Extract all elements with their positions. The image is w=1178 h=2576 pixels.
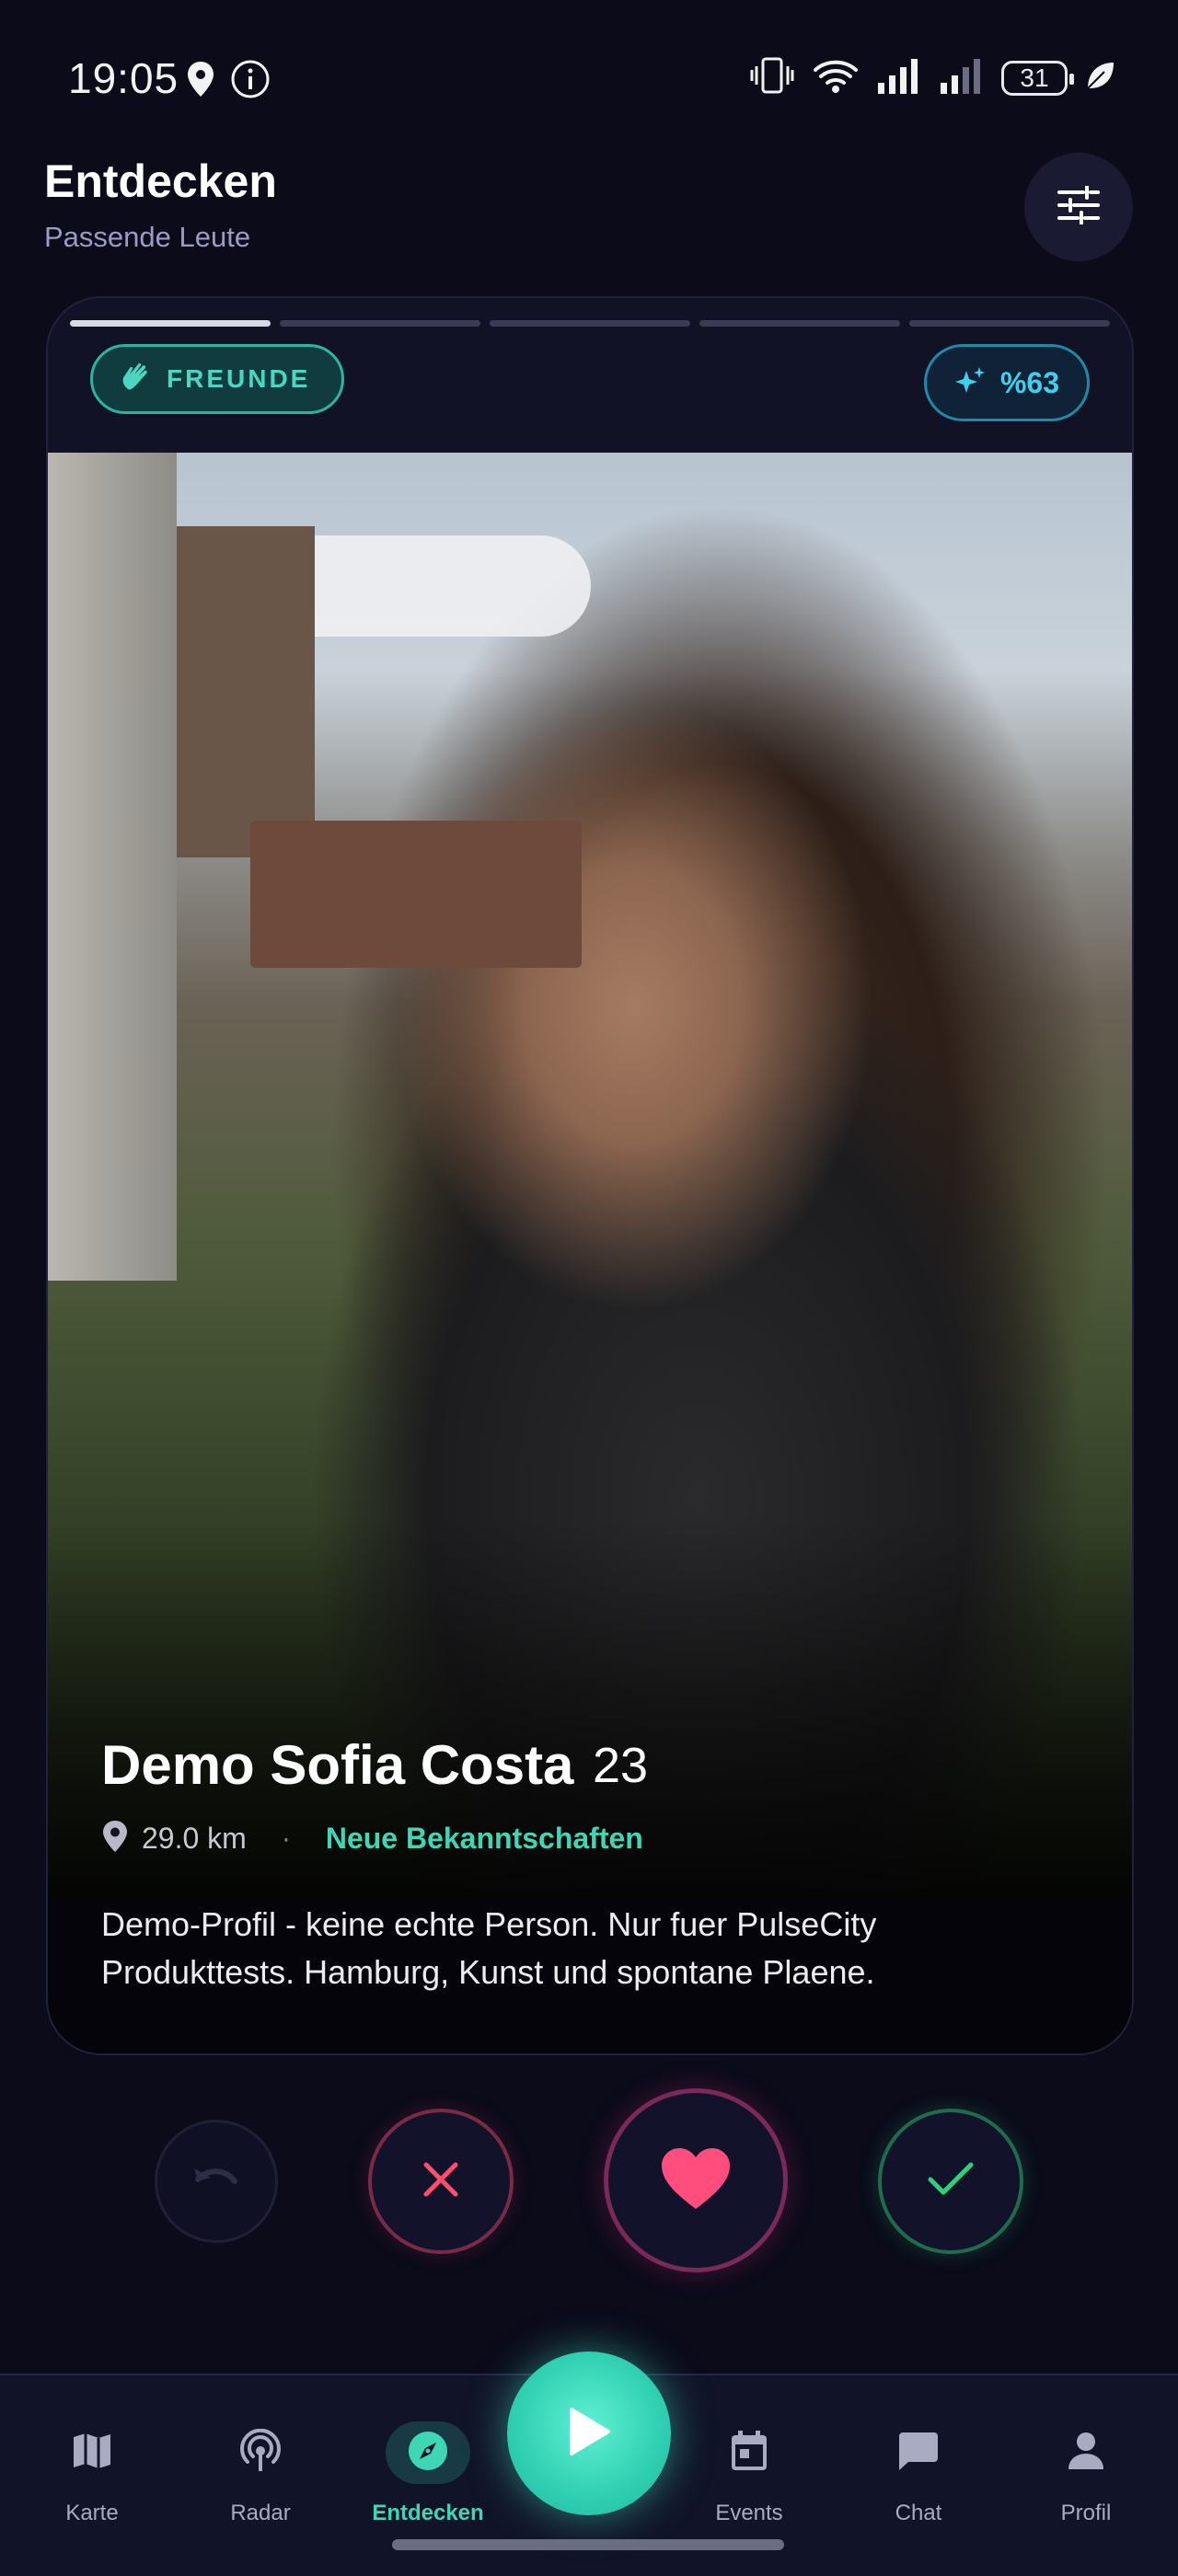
location-pin-icon	[101, 1820, 129, 1857]
card-header: FREUNDE %63	[48, 298, 1132, 453]
nav-icon-wrap	[876, 2421, 961, 2484]
page-subtitle: Passende Leute	[44, 221, 251, 253]
close-icon	[421, 2159, 461, 2204]
profile-name: Demo Sofia Costa	[101, 1734, 574, 1796]
nav-item-profil[interactable]: Profil	[1022, 2421, 1150, 2526]
status-time: 19:05	[68, 54, 179, 102]
radar-icon	[238, 2428, 283, 2478]
battery-level: 31	[1020, 63, 1049, 92]
mode-badge-label: FREUNDE	[167, 364, 311, 393]
nav-icon-wrap	[50, 2421, 134, 2484]
photo-progress-segment	[490, 320, 690, 327]
photo-background	[177, 526, 315, 857]
sparkle-icon	[954, 365, 986, 401]
nav-icon-wrap	[1044, 2421, 1128, 2484]
nav-item-radar[interactable]: Radar	[196, 2421, 325, 2526]
chat-icon	[897, 2431, 940, 2476]
match-badge: %63	[923, 344, 1090, 421]
like-button[interactable]	[604, 2088, 788, 2272]
wifi-icon	[812, 55, 860, 100]
profile-category: Neue Bekanntschaften	[325, 1822, 643, 1855]
calendar-icon	[730, 2430, 768, 2477]
photo-progress	[70, 320, 1110, 327]
nav-label: Profil	[1060, 2501, 1112, 2525]
nav-icon-wrap	[386, 2421, 470, 2484]
profile-age: 23	[593, 1738, 649, 1793]
profile-bio: Demo-Profil - keine echte Person. Nur fu…	[101, 1905, 877, 1991]
photo-background	[48, 453, 177, 1281]
photo-progress-segment	[909, 320, 1110, 327]
nav-label: Radar	[230, 2501, 291, 2525]
undo-button[interactable]	[155, 2120, 278, 2243]
vibrate-icon	[749, 55, 795, 100]
filter-button[interactable]	[1024, 153, 1133, 261]
nav-icon-wrap	[707, 2421, 791, 2484]
meta-separator: ·	[281, 1823, 291, 1854]
accept-button[interactable]	[878, 2109, 1023, 2254]
photo-progress-segment	[699, 320, 900, 327]
photo-progress-segment	[70, 320, 271, 327]
person-icon	[1067, 2431, 1105, 2476]
status-right-icons: 31	[749, 55, 1117, 100]
heart-icon	[660, 2146, 732, 2215]
photo-progress-segment	[280, 320, 480, 327]
nav-item-karte[interactable]: Karte	[28, 2421, 156, 2526]
location-pin-icon	[184, 60, 217, 103]
waving-hand-icon	[119, 362, 150, 397]
status-left-icons	[184, 59, 271, 104]
profile-distance: 29.0 km	[142, 1822, 247, 1855]
page-title: Entdecken	[44, 155, 277, 207]
play-icon	[566, 2406, 612, 2462]
play-fab-button[interactable]	[507, 2352, 671, 2515]
info-icon	[230, 59, 271, 104]
nav-label: Chat	[895, 2501, 942, 2525]
nav-icon-wrap	[218, 2421, 303, 2484]
map-icon	[72, 2432, 112, 2475]
battery-icon: 31	[1001, 60, 1074, 96]
nav-item-chat[interactable]: Chat	[854, 2421, 983, 2526]
profile-photo[interactable]	[48, 453, 1132, 1906]
signal-weak-icon	[939, 55, 985, 100]
match-percentage: %63	[999, 365, 1059, 399]
check-icon	[927, 2161, 975, 2202]
nav-label: Entdecken	[372, 2501, 484, 2525]
undo-icon	[192, 2161, 240, 2202]
reject-button[interactable]	[368, 2109, 514, 2254]
mode-badge: FREUNDE	[90, 344, 345, 414]
home-indicator[interactable]	[392, 2539, 784, 2550]
status-bar: 19:05 31	[0, 0, 1178, 156]
nav-label: Events	[715, 2501, 783, 2525]
sliders-icon	[1057, 184, 1100, 229]
nav-item-events[interactable]: Events	[685, 2421, 814, 2526]
signal-icon	[876, 55, 922, 100]
compass-icon	[407, 2430, 449, 2477]
profile-meta: 29.0 km · Neue Bekanntschaften	[101, 1820, 643, 1857]
photo-background	[250, 821, 582, 968]
profile-card[interactable]: FREUNDE %63 Demo Sofia Costa 23 29.0 km …	[46, 296, 1134, 2055]
nav-item-entdecken[interactable]: Entdecken	[364, 2421, 492, 2526]
nav-label: Karte	[65, 2501, 119, 2525]
leaf-icon	[1084, 59, 1117, 97]
